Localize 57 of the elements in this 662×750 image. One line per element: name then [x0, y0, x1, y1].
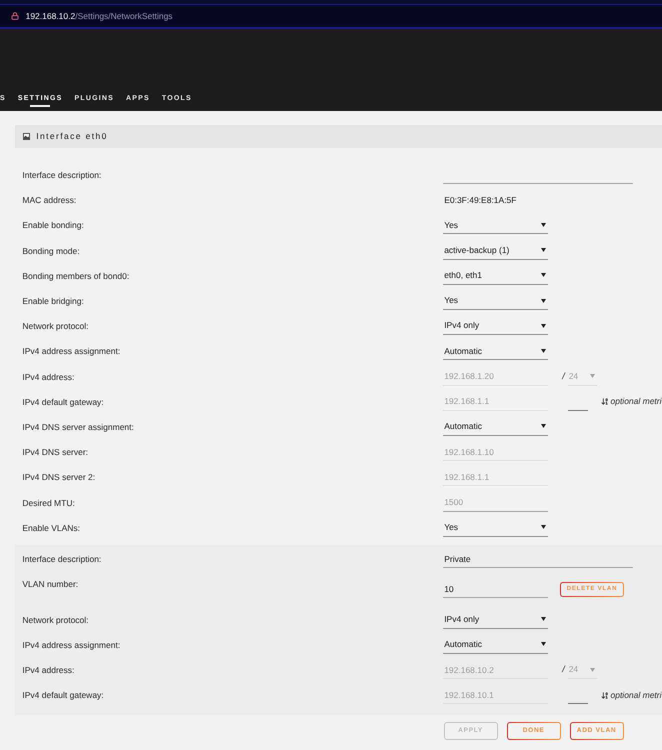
- field-label: IPv4 default gateway:: [22, 690, 104, 700]
- field-label: Network protocol:: [22, 321, 89, 332]
- dropdown[interactable]: Automatic: [443, 342, 548, 360]
- url-text[interactable]: 192.168.10.2/Settings/NetworkSettings: [26, 10, 173, 22]
- dropdown[interactable]: IPv4 only: [443, 317, 548, 336]
- field-label: Enable bridging:: [22, 296, 84, 306]
- field-label: Bonding members of bond0:: [22, 270, 130, 281]
- field-label: Interface description:: [22, 554, 102, 564]
- lock-icon: [10, 11, 19, 21]
- caret-icon: [541, 642, 546, 646]
- field-label: Enable bonding:: [22, 220, 84, 230]
- image-icon: [23, 132, 30, 140]
- field-label: IPv4 address assignment:: [22, 346, 120, 356]
- text-input[interactable]: Private: [443, 550, 633, 568]
- field-label: MAC address:: [22, 195, 76, 206]
- field-label: IPv4 address assignment:: [22, 640, 120, 650]
- dropdown[interactable]: Yes: [443, 292, 548, 310]
- caret-icon: [541, 348, 546, 353]
- caret-icon: [541, 617, 546, 622]
- caret-icon: [541, 525, 546, 530]
- field-label: Network protocol:: [22, 614, 89, 625]
- caret-icon: [541, 298, 546, 303]
- numeric-sort-icon: [600, 397, 609, 406]
- field-label: IPv4 DNS server 2:: [22, 472, 96, 482]
- caret-icon: [541, 324, 546, 328]
- caret-icon: [541, 222, 546, 227]
- field-label: IPv4 DNS server:: [22, 447, 88, 458]
- metric-hint: optional metri: [610, 395, 662, 408]
- caret-icon: [590, 668, 595, 672]
- panel-title: Interface eth0: [36, 130, 108, 143]
- metric-hint: optional metri: [610, 688, 662, 702]
- dropdown[interactable]: Automatic: [443, 418, 548, 436]
- slash-separator: /: [562, 370, 565, 383]
- caret-icon: [541, 273, 546, 278]
- number-input[interactable]: 10: [443, 580, 548, 598]
- slash-separator: /: [562, 663, 565, 676]
- caret-icon: [541, 248, 546, 252]
- dropdown[interactable]: eth0, eth1: [443, 266, 548, 285]
- field-label: Interface description:: [22, 170, 102, 180]
- numeric-sort-icon: [600, 690, 609, 700]
- field-label: VLAN number:: [22, 579, 78, 590]
- dropdown[interactable]: Automatic: [443, 636, 548, 654]
- field-label: Enable VLANs:: [22, 522, 80, 533]
- dropdown[interactable]: IPv4 only: [443, 610, 548, 629]
- field-label: IPv4 address:: [22, 372, 74, 382]
- field-label: IPv4 default gateway:: [22, 396, 104, 407]
- text-input[interactable]: 1500: [443, 494, 548, 512]
- dropdown[interactable]: active-backup (1): [443, 242, 548, 260]
- dropdown[interactable]: Yes: [443, 518, 548, 537]
- dropdown[interactable]: Yes: [443, 216, 548, 234]
- caret-icon: [590, 374, 595, 378]
- caret-icon: [541, 424, 546, 428]
- value-text: E0:3F:49:E8:1A:5F: [443, 194, 516, 207]
- field-label: Bonding mode:: [22, 246, 80, 256]
- field-label: IPv4 address:: [22, 665, 74, 676]
- field-label: Desired MTU:: [22, 498, 75, 508]
- field-label: IPv4 DNS server assignment:: [22, 422, 134, 432]
